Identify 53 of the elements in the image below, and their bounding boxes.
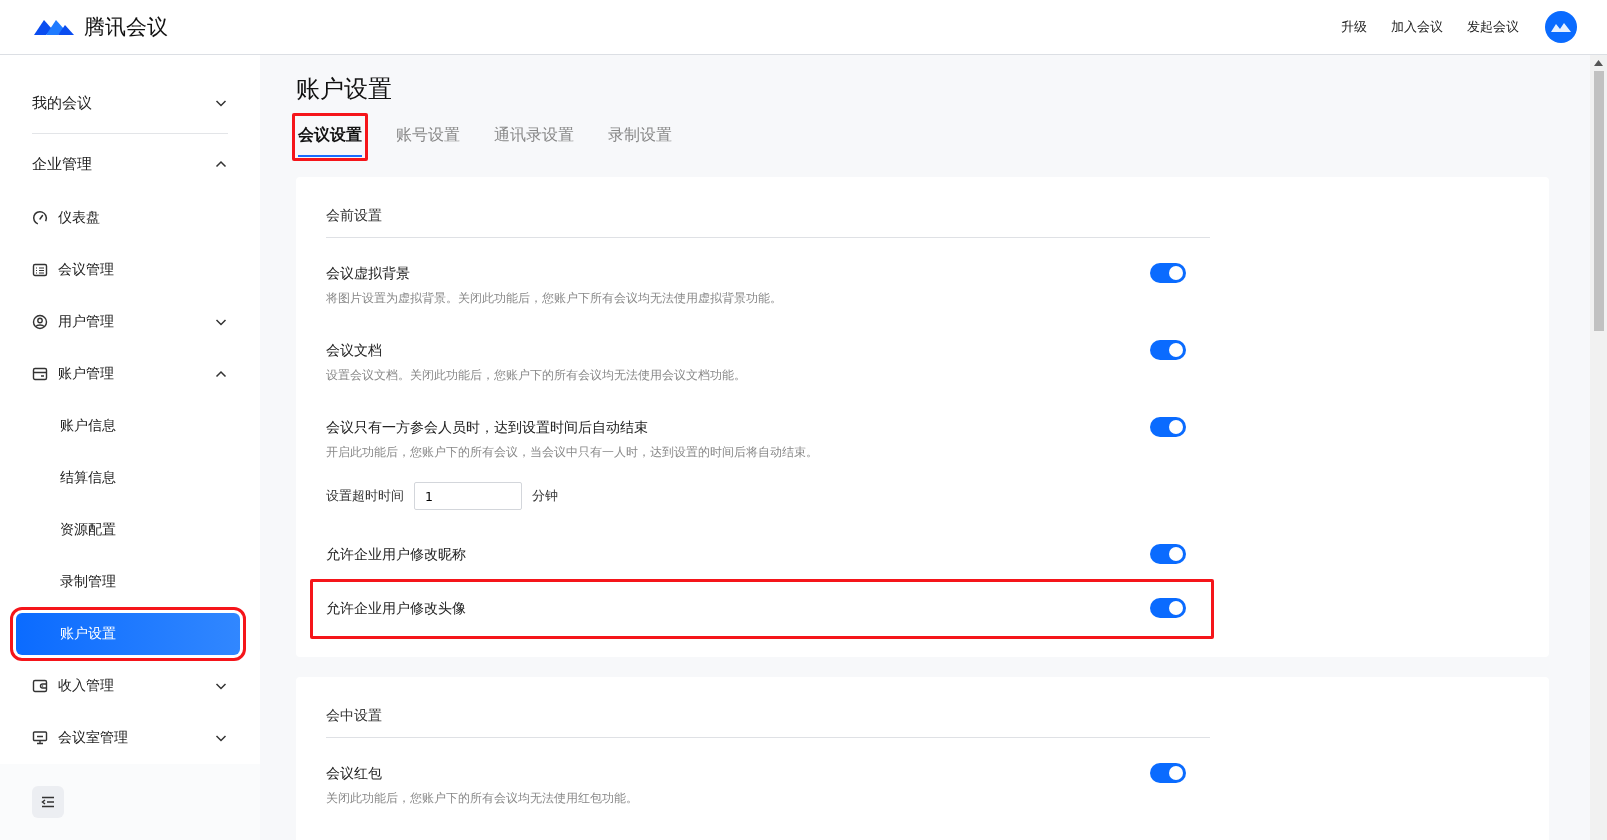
gauge-icon [32, 210, 48, 226]
tab[interactable]: 通讯录设置 [494, 117, 574, 157]
collapse-menu-button[interactable] [32, 786, 64, 818]
toggle-switch[interactable] [1150, 544, 1186, 564]
page-title: 账户设置 [296, 74, 393, 105]
scroll-up-icon[interactable] [1594, 60, 1603, 66]
setting-label: 允许企业用户修改头像 [326, 600, 467, 618]
toggle-switch[interactable] [1150, 263, 1186, 283]
sidebar-item[interactable]: 企业管理 [16, 136, 244, 192]
tab[interactable]: 会议设置 [298, 117, 362, 157]
header-link[interactable]: 加入会议 [1391, 18, 1443, 36]
setting-label: 会议只有一方参会人员时，达到设置时间后自动结束 [326, 419, 649, 437]
sidebar-item[interactable]: 用户管理 [16, 296, 244, 348]
scrollbar-thumb[interactable] [1593, 71, 1604, 331]
logo-text: 腾讯会议 [84, 14, 168, 41]
section-title: 会中设置 [326, 707, 1210, 738]
sidebar-item[interactable]: 账户信息 [16, 400, 244, 452]
unit-label: 分钟 [532, 487, 558, 505]
tab[interactable]: 账号设置 [396, 117, 460, 157]
sidebar-item[interactable]: 结算信息 [16, 452, 244, 504]
card-icon [32, 366, 48, 382]
setting-label: 会议红包 [326, 765, 383, 783]
collapse-menu-icon [40, 794, 56, 810]
setting-label: 会议虚拟背景 [326, 265, 411, 283]
sidebar-item[interactable]: 会议室管理 [16, 712, 244, 764]
section-title: 会前设置 [326, 207, 1210, 238]
sidebar-item[interactable]: 资源配置 [16, 504, 244, 556]
setting-description: 开启此功能后，您账户下的所有会议，当会议中只有一人时，达到设置的时间后将自动结束。 [326, 445, 819, 460]
setting-label: 会议文档 [326, 342, 383, 360]
setting-description: 关闭此功能后，您账户下的所有会议均无法使用红包功能。 [326, 791, 639, 806]
sidebar-item[interactable]: 会议管理 [16, 244, 244, 296]
user-icon [32, 314, 48, 330]
sidebar-item[interactable]: 收入管理 [16, 660, 244, 712]
header-link[interactable]: 发起会议 [1467, 18, 1519, 36]
timeout-label: 设置超时时间 [326, 487, 404, 505]
list-icon [32, 262, 48, 278]
timeout-input[interactable]: 1 [414, 482, 522, 510]
setting-description: 设置会议文档。关闭此功能后，您账户下的所有会议均无法使用会议文档功能。 [326, 368, 747, 383]
toggle-switch[interactable] [1150, 763, 1186, 783]
wallet-icon [32, 678, 48, 694]
setting-description: 将图片设置为虚拟背景。关闭此功能后，您账户下所有会议均无法使用虚拟背景功能。 [326, 291, 783, 306]
toggle-switch[interactable] [1150, 598, 1186, 618]
tab[interactable]: 录制设置 [608, 117, 672, 157]
monitor-icon [32, 730, 48, 746]
avatar-icon[interactable] [1545, 11, 1577, 43]
sidebar-item[interactable]: 录制管理 [16, 556, 244, 608]
toggle-switch[interactable] [1150, 417, 1186, 437]
setting-label: 允许企业用户修改昵称 [326, 546, 467, 564]
sidebar-item[interactable]: 账户管理 [16, 348, 244, 400]
toggle-switch[interactable] [1150, 340, 1186, 360]
sidebar-item[interactable]: 仪表盘 [16, 192, 244, 244]
sidebar-item[interactable]: 我的会议 [16, 75, 244, 131]
header-link[interactable]: 升级 [1341, 18, 1367, 36]
